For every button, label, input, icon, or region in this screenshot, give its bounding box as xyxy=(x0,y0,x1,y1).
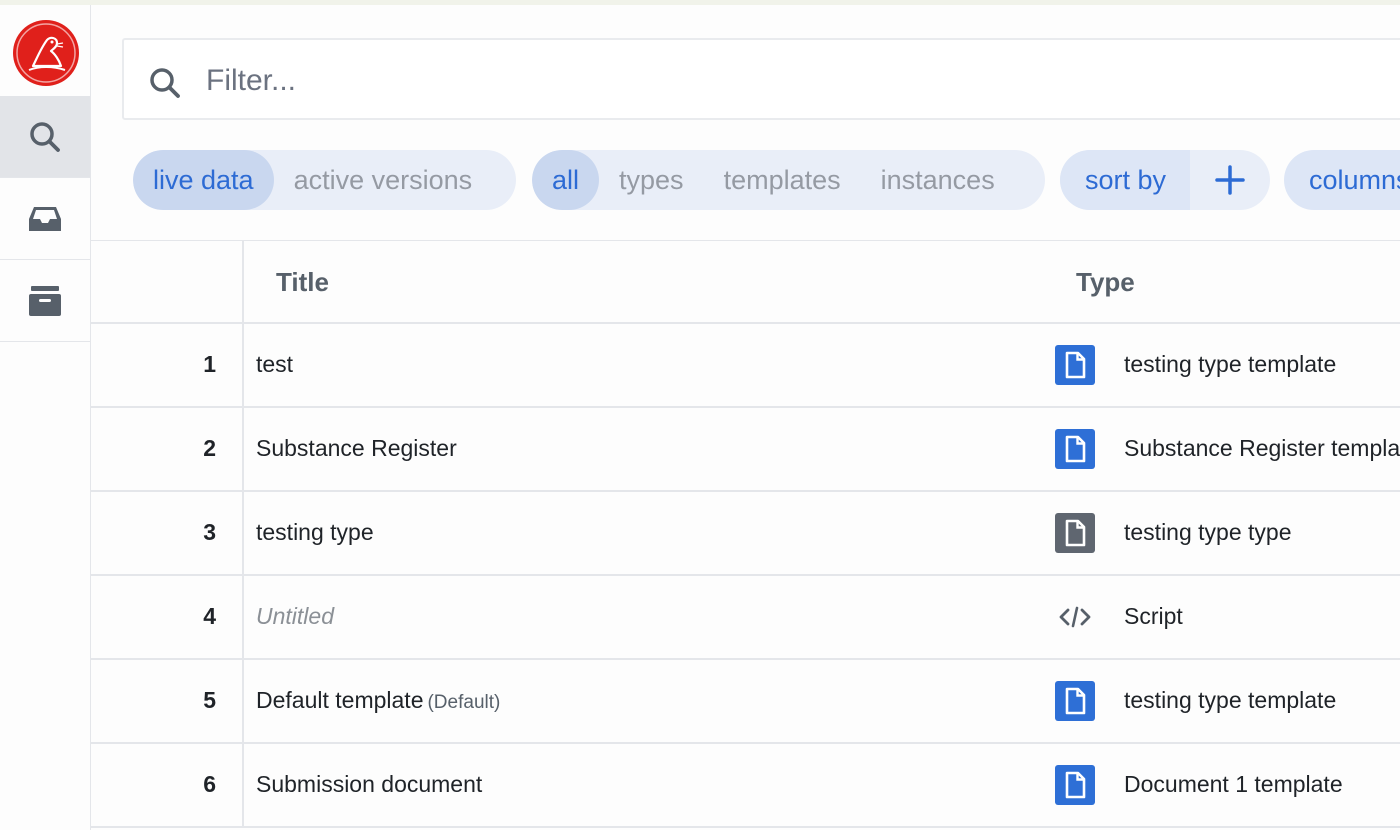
sidebar xyxy=(0,5,91,830)
archive-icon xyxy=(29,285,61,316)
sidebar-archive-button[interactable] xyxy=(0,260,90,342)
sort-control: sort by xyxy=(1060,150,1270,210)
column-divider xyxy=(242,324,244,408)
document-blue-icon xyxy=(1055,765,1095,805)
row-type[interactable]: testing type type xyxy=(1124,519,1292,546)
column-divider xyxy=(242,241,244,325)
table-row[interactable]: 3 testing type testing type type xyxy=(91,492,1400,576)
column-divider xyxy=(242,744,244,828)
row-title[interactable]: Untitled xyxy=(256,603,334,630)
column-divider xyxy=(242,408,244,492)
table-row[interactable]: 2 Substance Register Substance Register te… xyxy=(91,408,1400,492)
row-type[interactable]: Document 1 template xyxy=(1124,771,1343,798)
document-blue-icon xyxy=(1055,429,1095,469)
plus-icon xyxy=(1215,165,1245,195)
row-number: 5 xyxy=(203,687,216,713)
pill-instances[interactable]: instances xyxy=(861,150,1015,210)
row-title[interactable]: Substance Register xyxy=(256,435,457,462)
pill-types[interactable]: types xyxy=(599,150,704,210)
column-divider xyxy=(242,660,244,744)
row-type[interactable]: Substance Register template xyxy=(1124,435,1400,462)
row-title[interactable]: Submission document xyxy=(256,771,482,798)
sidebar-inbox-button[interactable] xyxy=(0,178,90,260)
row-title-text: Default template xyxy=(256,687,424,713)
row-type[interactable]: testing type template xyxy=(1124,351,1336,378)
document-gray-icon xyxy=(1055,513,1095,553)
table-row[interactable]: 6 Submission document Document 1 template xyxy=(91,744,1400,828)
table-row[interactable]: 4 Untitled Script xyxy=(91,576,1400,660)
row-title-text: testing type xyxy=(256,519,374,545)
row-number: 1 xyxy=(203,351,216,377)
document-blue-icon xyxy=(1055,345,1095,385)
code-icon xyxy=(1055,597,1095,637)
row-number: 4 xyxy=(203,603,216,629)
sort-by-button[interactable]: sort by xyxy=(1060,150,1191,210)
top-border xyxy=(0,0,1400,5)
columns-control: columns xyxy=(1284,150,1400,210)
row-number: 3 xyxy=(203,519,216,545)
sidebar-search-button[interactable] xyxy=(0,96,90,178)
pill-active-versions[interactable]: active versions xyxy=(274,150,493,210)
table-row[interactable]: 1 test testing type template xyxy=(91,324,1400,408)
kind-filter-toggle: all types templates instances xyxy=(532,150,1045,210)
filter-box xyxy=(122,38,1400,120)
row-number: 6 xyxy=(203,771,216,797)
row-title-text: Substance Register xyxy=(256,435,457,461)
search-icon xyxy=(150,68,180,98)
row-type[interactable]: Script xyxy=(1124,603,1183,630)
row-title-text: test xyxy=(256,351,294,377)
column-divider xyxy=(242,576,244,660)
inbox-icon xyxy=(29,206,61,231)
row-type[interactable]: testing type template xyxy=(1124,687,1336,714)
table-row[interactable]: 5 Default template (Default) testing type t… xyxy=(91,660,1400,744)
pill-all[interactable]: all xyxy=(532,150,600,210)
table-header: Title Type xyxy=(91,240,1400,325)
data-mode-toggle: live data active versions xyxy=(133,150,516,210)
row-title[interactable]: Default template (Default) xyxy=(256,687,500,714)
row-title[interactable]: testing type xyxy=(256,519,374,546)
row-number: 2 xyxy=(203,435,216,461)
pill-live-data[interactable]: live data xyxy=(133,150,274,210)
row-title[interactable]: test xyxy=(256,351,293,378)
filter-input[interactable] xyxy=(204,58,1308,104)
pill-templates[interactable]: templates xyxy=(704,150,861,210)
row-title-text: Untitled xyxy=(256,603,334,629)
seal-logo-icon[interactable] xyxy=(11,18,81,88)
columns-button[interactable]: columns xyxy=(1284,150,1400,210)
column-divider xyxy=(242,492,244,576)
column-header-type[interactable]: Type xyxy=(1076,267,1135,298)
column-header-title[interactable]: Title xyxy=(276,267,329,298)
document-blue-icon xyxy=(1055,681,1095,721)
add-sort-button[interactable] xyxy=(1190,150,1270,210)
search-icon xyxy=(30,121,60,152)
row-title-text: Submission document xyxy=(256,771,483,797)
default-badge: (Default) xyxy=(427,692,501,713)
